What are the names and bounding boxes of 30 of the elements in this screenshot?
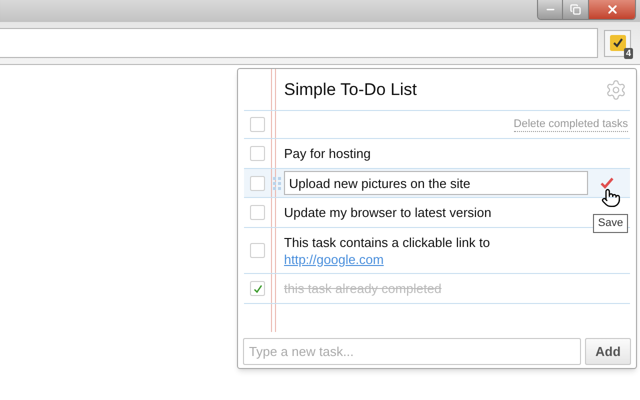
checkbox[interactable] [250,117,265,132]
minimize-button[interactable] [538,0,563,19]
close-button[interactable] [589,0,635,19]
add-button[interactable]: Add [585,338,631,365]
task-edit-field[interactable]: Upload new pictures on the site [284,171,588,195]
task-text: this task already completed [284,280,442,297]
restore-icon [570,4,581,15]
task-text: Update my browser to latest version [284,204,492,221]
checkbox[interactable] [250,176,265,190]
task-text: This task contains a clickable link to http://google.com [284,234,490,268]
close-icon [606,3,618,16]
badge: 4 [624,48,633,58]
extension-button[interactable]: 4 [604,30,631,56]
tooltip: Save [593,214,628,233]
checkbox[interactable] [250,146,265,161]
checklist-icon [608,34,626,52]
address-field[interactable] [0,28,598,58]
restore-button[interactable] [563,0,589,19]
drag-handle-icon[interactable] [272,176,282,190]
task-text: Pay for hosting [284,145,371,162]
settings-icon[interactable] [605,78,627,100]
new-task-field[interactable]: Type a new task... [243,338,581,365]
task-link[interactable]: http://google.com [284,252,384,266]
popup-title: Simple To-Do List [284,78,418,101]
checkbox[interactable] [250,281,265,296]
checkbox[interactable] [250,205,265,220]
checkmark-icon [252,284,262,294]
save-checkmark-icon[interactable] [600,177,614,189]
checkbox[interactable] [250,243,265,258]
hand-cursor-icon [601,188,621,208]
